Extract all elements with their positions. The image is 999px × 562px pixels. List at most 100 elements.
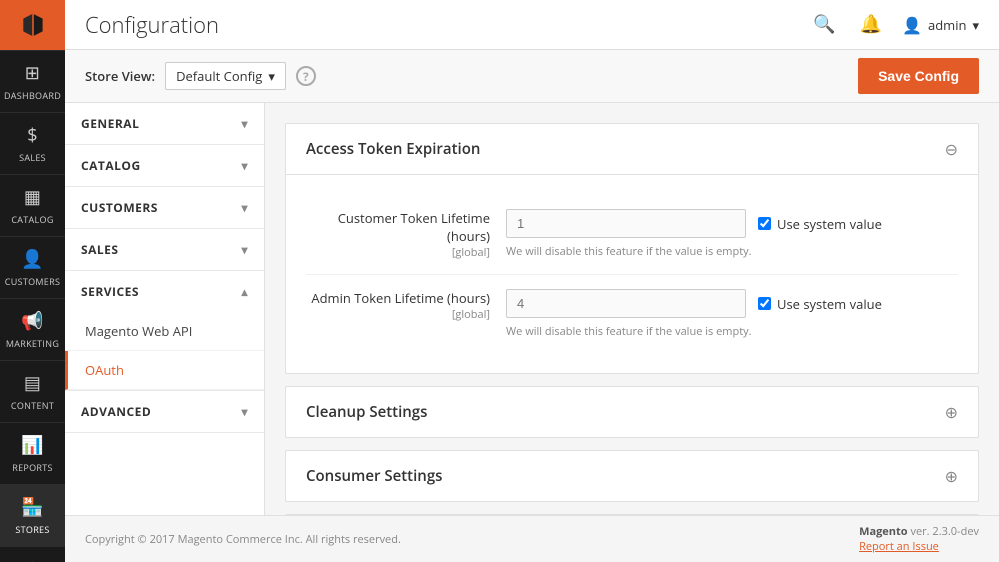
help-button[interactable]: ? [296, 66, 316, 86]
store-view-label: Store View: [85, 67, 155, 85]
form-label-main: Customer Token Lifetime (hours) [306, 209, 490, 245]
nav-section-label-advanced: ADVANCED [81, 403, 151, 420]
stores-icon: 🏪 [21, 495, 44, 519]
sidebar-item-label: Marketing [6, 337, 59, 350]
sidebar-item-marketing[interactable]: 📢 Marketing [0, 298, 65, 360]
nav-section-label-customers: CUSTOMERS [81, 199, 158, 216]
nav-section-header-sales[interactable]: SALES ▾ [65, 229, 264, 270]
form-control-admin-token: Use system value We will disable this fe… [506, 289, 958, 339]
content-area: GENERAL ▾ CATALOG ▾ CUSTOMERS ▾ [65, 103, 999, 515]
sidebar-logo [0, 0, 65, 50]
sidebar-item-label: Dashboard [4, 89, 61, 102]
chevron-down-icon: ▾ [241, 157, 248, 174]
nav-section-customers: CUSTOMERS ▾ [65, 187, 264, 229]
collapse-icon: ⊖ [945, 138, 958, 160]
sidebar-item-label: Customers [5, 275, 60, 288]
section-title-cleanup: Cleanup Settings [306, 402, 427, 422]
footer-version-label: Magento [859, 524, 908, 539]
customer-token-input[interactable] [506, 209, 746, 238]
chevron-down-icon: ▾ [241, 115, 248, 132]
sidebar-item-label: Stores [15, 523, 49, 536]
store-view-selected: Default Config [176, 67, 262, 85]
question-mark-icon: ? [303, 68, 309, 85]
admin-dropdown[interactable]: 👤 admin ▾ [902, 14, 979, 36]
chevron-down-icon: ▾ [241, 403, 248, 420]
section-access-token-expiration: Access Token Expiration ⊖ Customer Token… [285, 123, 979, 374]
use-system-value-checkbox[interactable] [758, 297, 771, 310]
section-consumer-settings: Consumer Settings ⊕ [285, 450, 979, 502]
save-config-button[interactable]: Save Config [858, 58, 979, 94]
sidebar-item-label: Catalog [11, 213, 53, 226]
use-system-value-checkbox[interactable] [758, 217, 771, 230]
sales-icon: $ [27, 123, 38, 147]
form-row-customer-token: Customer Token Lifetime (hours) [global]… [306, 195, 958, 275]
nav-sub-item-label: OAuth [85, 361, 124, 379]
store-view-left: Store View: Default Config ▾ ? [85, 62, 316, 90]
system-icon: ⚙ [24, 557, 40, 562]
nav-section-header-catalog[interactable]: CATALOG ▾ [65, 145, 264, 186]
admin-token-input[interactable] [506, 289, 746, 318]
section-header-access-token[interactable]: Access Token Expiration ⊖ [286, 124, 978, 175]
header-actions: 🔍 🔔 👤 admin ▾ [809, 10, 979, 39]
nav-section-advanced: ADVANCED ▾ [65, 391, 264, 433]
form-hint-admin-token: We will disable this feature if the valu… [506, 324, 958, 339]
nav-section-services: SERVICES ▴ Magento Web API OAuth [65, 271, 264, 391]
nav-sub-item-oauth[interactable]: OAuth [65, 351, 264, 390]
sidebar-item-stores[interactable]: 🏪 Stores [0, 484, 65, 546]
chevron-up-icon: ▴ [241, 283, 248, 300]
form-control-customer-token: Use system value We will disable this fe… [506, 209, 958, 259]
form-hint-customer-token: We will disable this feature if the valu… [506, 244, 958, 259]
form-row-admin-token: Admin Token Lifetime (hours) [global] Us… [306, 275, 958, 353]
nav-section-label-services: SERVICES [81, 283, 139, 300]
sidebar-item-content[interactable]: ▤ Content [0, 360, 65, 422]
nav-sub-item-label: Magento Web API [85, 322, 192, 340]
store-view-select[interactable]: Default Config ▾ [165, 62, 286, 90]
report-issue-link[interactable]: Report an Issue [859, 539, 939, 554]
admin-avatar-icon: 👤 [902, 14, 922, 36]
use-system-value-label[interactable]: Use system value [758, 295, 882, 313]
form-input-row: Use system value [506, 209, 958, 238]
footer-copyright: Copyright © 2017 Magento Commerce Inc. A… [85, 532, 401, 547]
footer-version: Magento ver. 2.3.0-dev [859, 524, 979, 539]
nav-section-header-customers[interactable]: CUSTOMERS ▾ [65, 187, 264, 228]
sidebar-item-label: Reports [12, 461, 53, 474]
search-button[interactable]: 🔍 [809, 10, 839, 39]
notifications-button[interactable]: 🔔 [856, 10, 886, 39]
sidebar-item-customers[interactable]: 👤 Customers [0, 236, 65, 298]
use-system-value-label[interactable]: Use system value [758, 215, 882, 233]
catalog-icon: ▦ [24, 185, 41, 209]
top-header: Configuration 🔍 🔔 👤 admin ▾ [65, 0, 999, 50]
form-label-customer-token: Customer Token Lifetime (hours) [global] [306, 209, 506, 260]
section-header-cleanup[interactable]: Cleanup Settings ⊕ [286, 387, 978, 437]
search-icon: 🔍 [813, 14, 835, 34]
main-area: Configuration 🔍 🔔 👤 admin ▾ Store View: … [65, 0, 999, 562]
sidebar-item-reports[interactable]: 📊 Reports [0, 422, 65, 484]
reports-icon: 📊 [21, 433, 44, 457]
sidebar-item-dashboard[interactable]: ⊞ Dashboard [0, 50, 65, 112]
expand-icon: ⊕ [945, 465, 958, 487]
nav-sub-item-magento-web-api[interactable]: Magento Web API [65, 312, 264, 351]
nav-section-header-general[interactable]: GENERAL ▾ [65, 103, 264, 144]
dashboard-icon: ⊞ [25, 61, 40, 85]
store-view-bar: Store View: Default Config ▾ ? Save Conf… [65, 50, 999, 103]
footer-version-area: Magento ver. 2.3.0-dev Report an Issue [859, 524, 979, 554]
sidebar-item-system[interactable]: ⚙ System [0, 546, 65, 562]
sidebar-item-catalog[interactable]: ▦ Catalog [0, 174, 65, 236]
chevron-down-icon: ▾ [972, 16, 979, 34]
section-cleanup-settings: Cleanup Settings ⊕ [285, 386, 979, 438]
section-header-consumer[interactable]: Consumer Settings ⊕ [286, 451, 978, 501]
nav-section-header-advanced[interactable]: ADVANCED ▾ [65, 391, 264, 432]
admin-label: admin [928, 16, 966, 34]
page-title: Configuration [85, 10, 219, 40]
form-label-admin-token: Admin Token Lifetime (hours) [global] [306, 289, 506, 322]
customers-icon: 👤 [21, 247, 44, 271]
form-label-sub: [global] [306, 245, 490, 260]
sidebar-item-sales[interactable]: $ Sales [0, 112, 65, 174]
use-system-value-text: Use system value [777, 295, 882, 313]
form-input-row: Use system value [506, 289, 958, 318]
chevron-down-icon: ▾ [241, 199, 248, 216]
nav-section-header-services[interactable]: SERVICES ▴ [65, 271, 264, 312]
left-nav: GENERAL ▾ CATALOG ▾ CUSTOMERS ▾ [65, 103, 265, 515]
section-title-consumer: Consumer Settings [306, 466, 442, 486]
section-body-access-token: Customer Token Lifetime (hours) [global]… [286, 175, 978, 373]
